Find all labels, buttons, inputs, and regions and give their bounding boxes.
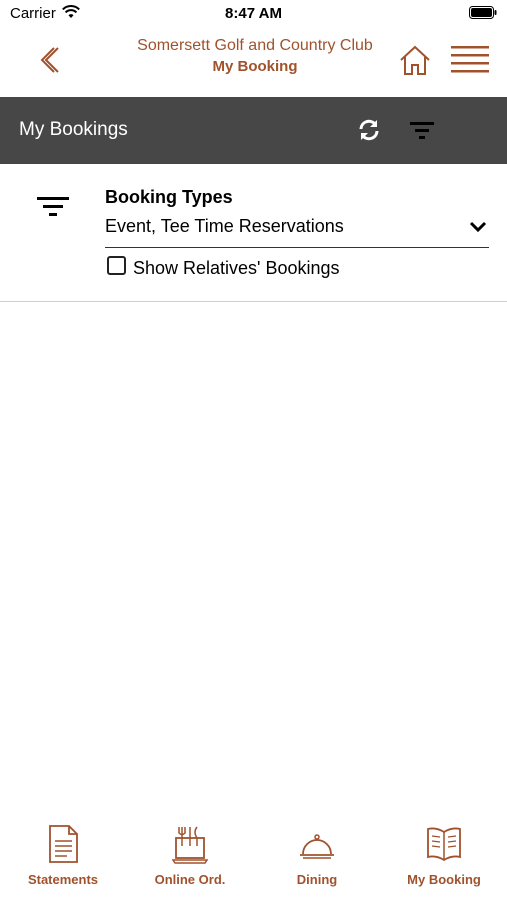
bottom-tab-bar: Statements Online Ord. Dining My Booking	[0, 810, 507, 900]
tab-statements[interactable]: Statements	[0, 810, 126, 900]
clock-time: 8:47 AM	[225, 5, 282, 22]
refresh-button[interactable]	[356, 117, 382, 143]
online-order-icon	[172, 826, 208, 864]
booking-book-icon	[427, 827, 461, 862]
bookings-toolbar: My Bookings	[0, 97, 507, 164]
statement-document-icon	[49, 825, 78, 863]
header-titles: Somersett Golf and Country Club My Booki…	[110, 36, 400, 78]
page-subtitle: My Booking	[212, 58, 298, 75]
tab-statements-label: Statements	[27, 872, 99, 887]
back-button[interactable]	[34, 44, 64, 76]
tab-my-booking[interactable]: My Booking	[381, 810, 507, 900]
status-bar: Carrier 8:47 AM	[0, 0, 507, 28]
filter-icon	[410, 122, 434, 139]
home-icon	[400, 45, 430, 75]
toolbar-filter-button[interactable]	[408, 119, 436, 141]
club-name: Somersett Golf and Country Club	[137, 37, 373, 54]
tab-my-booking-label: My Booking	[407, 872, 481, 887]
chevron-down-icon	[469, 221, 487, 233]
tab-dining[interactable]: Dining	[254, 810, 380, 900]
booking-types-value: Event, Tee Time Reservations	[105, 216, 344, 236]
refresh-icon	[359, 119, 379, 141]
battery-icon	[469, 6, 497, 19]
hamburger-menu-button[interactable]	[449, 44, 491, 76]
app-header: Somersett Golf and Country Club My Booki…	[0, 28, 507, 97]
booking-types-dropdown[interactable]: Event, Tee Time Reservations	[105, 214, 489, 248]
tab-online-order-label: Online Ord.	[154, 872, 226, 887]
booking-types-label: Booking Types	[105, 187, 233, 207]
toolbar-title: My Bookings	[19, 119, 128, 140]
show-relatives-checkbox[interactable]	[107, 256, 126, 275]
show-relatives-label: Show Relatives' Bookings	[133, 258, 340, 278]
home-button[interactable]	[398, 44, 432, 78]
filter-panel: Booking Types Event, Tee Time Reservatio…	[0, 164, 507, 302]
hamburger-menu-icon	[451, 46, 489, 73]
dining-cloche-icon	[300, 834, 334, 859]
tab-dining-label: Dining	[296, 872, 338, 887]
filter-icon	[37, 197, 69, 216]
tab-online-order[interactable]: Online Ord.	[127, 810, 253, 900]
chevron-left-icon	[40, 47, 59, 73]
